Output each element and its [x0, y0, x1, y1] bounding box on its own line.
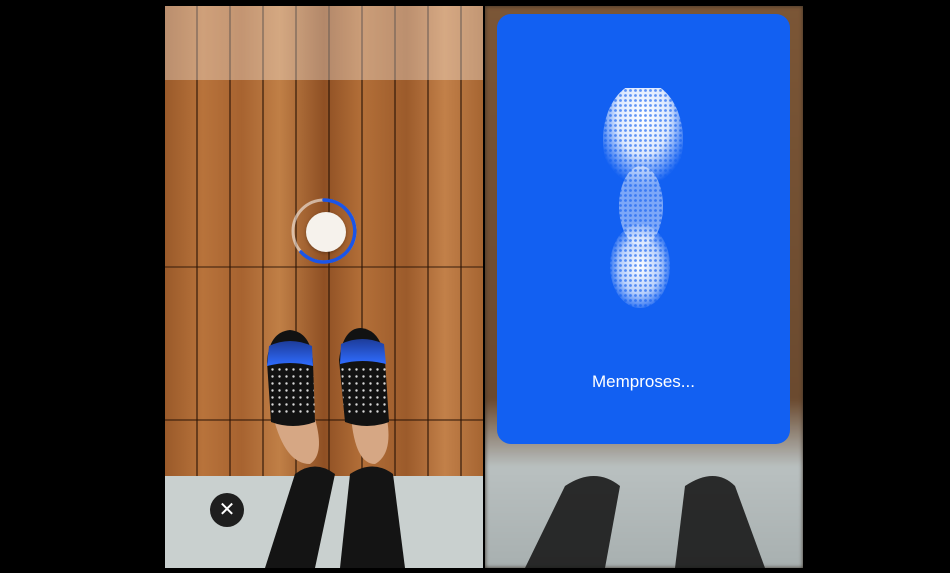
app-frame: ✕ Memproses...: [8, 6, 942, 568]
foot-scan-heatmap: [603, 88, 683, 308]
blurred-feet: [525, 476, 765, 568]
capture-indicator: [306, 212, 346, 252]
camera-view: ✕: [165, 6, 483, 568]
feet-illustration: [265, 328, 405, 568]
close-icon: ✕: [218, 499, 236, 521]
processing-status-text: Memproses...: [592, 372, 695, 391]
frame-guide-overlay: [165, 6, 483, 80]
scan-result-view: Memproses...: [485, 6, 803, 568]
processing-card: Memproses...: [497, 14, 790, 444]
close-button[interactable]: ✕: [210, 493, 244, 527]
